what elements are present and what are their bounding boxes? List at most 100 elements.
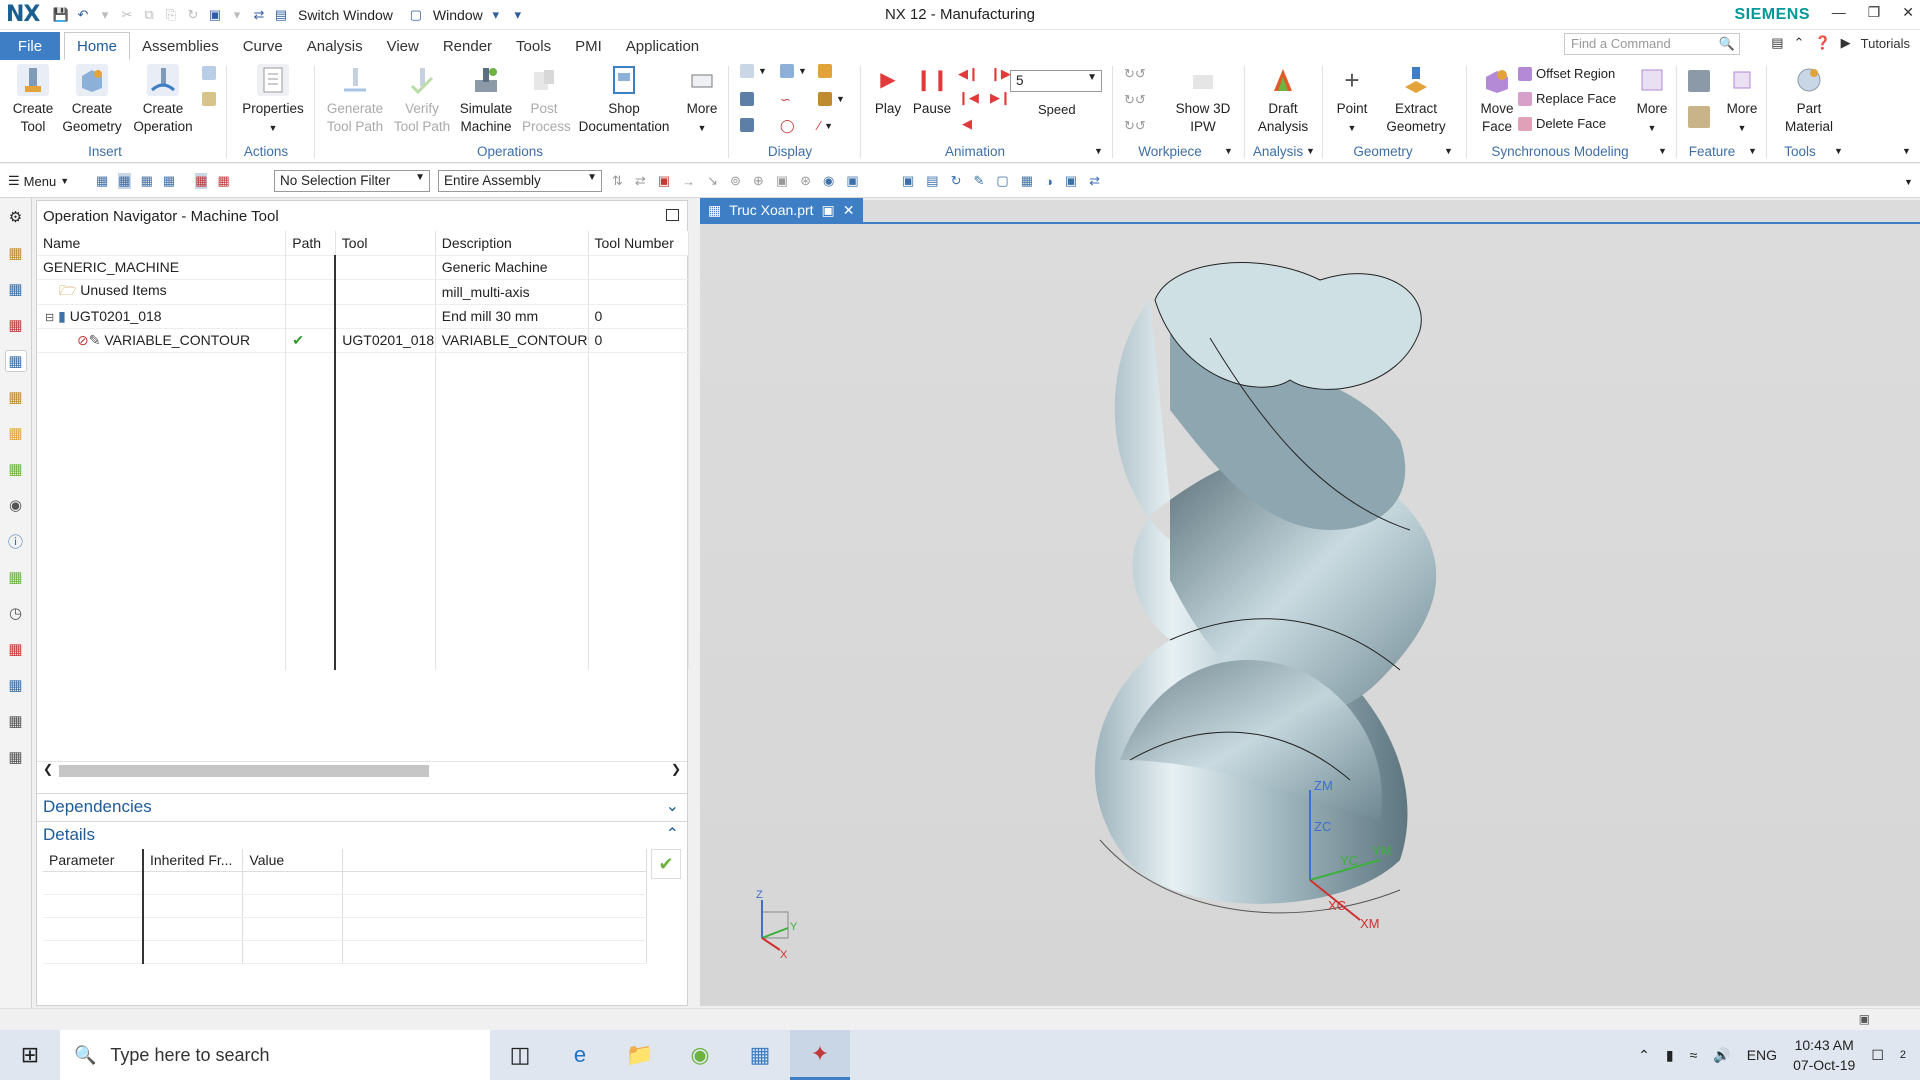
helical-part-model[interactable]: ZM ZC YC YM XC XM Z Y X	[700, 200, 1920, 1006]
display-circle-icon[interactable]: ◯	[780, 118, 795, 134]
task-view-icon[interactable]: ◫	[490, 1030, 550, 1080]
lighting-icon[interactable]: ◑	[1045, 174, 1053, 189]
table-row[interactable]: GENERIC_MACHINE Generic Machine	[37, 254, 689, 279]
pan-icon[interactable]: ✎	[974, 173, 985, 189]
geometry-more-icon[interactable]: ▼	[1444, 146, 1453, 156]
tab-view[interactable]: View	[375, 32, 431, 60]
dependencies-section[interactable]: Dependencies ⌄	[37, 793, 687, 819]
start-button[interactable]: ⊞	[0, 1030, 60, 1080]
show-hide-icon[interactable]: ⇄	[1089, 173, 1100, 189]
roles-icon[interactable]: ▦	[5, 638, 27, 660]
insert-extra-icon-1[interactable]	[202, 66, 216, 80]
operation-navigator-icon[interactable]: ▦	[4, 350, 27, 372]
table-row[interactable]: ⊟ ▮ UGT0201_018 End mill 30 mm 0	[37, 303, 689, 328]
orient-view-icon[interactable]: ▣	[1065, 173, 1077, 189]
undo-icon[interactable]: ↶	[74, 6, 92, 24]
graphics-window[interactable]: ZM ZC YC YM XC XM Z Y X	[700, 200, 1920, 1006]
generate-tool-path-button[interactable]: Generate Tool Path	[320, 64, 390, 136]
notification-icon[interactable]: ☐	[1871, 1047, 1884, 1064]
language-indicator[interactable]: ENG	[1747, 1047, 1777, 1063]
app-icon-2[interactable]: ▦	[730, 1030, 790, 1080]
machine-tool-view-icon[interactable]: ▦	[118, 173, 131, 189]
part-file-tab[interactable]: ▦ Truc Xoan.prt ▣ ✕	[700, 198, 863, 222]
table-row[interactable]: 🗁 Unused Items mill_multi-axis	[37, 278, 689, 304]
snap-icon-8[interactable]: ▣	[776, 173, 788, 189]
feature-icon-1[interactable]	[1688, 70, 1710, 92]
file-tab[interactable]: File	[0, 32, 60, 60]
switch-window-button[interactable]: Switch Window	[298, 7, 393, 23]
feature-icon-2[interactable]	[1688, 106, 1710, 128]
snap-icon-7[interactable]: ⊕	[753, 173, 764, 189]
model-icon[interactable]: ▣	[206, 6, 224, 24]
details-ok-button[interactable]: ✔	[651, 849, 681, 879]
chevron-up-icon[interactable]: ⌃	[1638, 1047, 1650, 1064]
display-tool-icon-2[interactable]: ▼	[780, 64, 807, 78]
toolbar-options-icon[interactable]: ▼	[1904, 177, 1913, 187]
step-back-icon[interactable]: ◀❙	[958, 66, 979, 82]
reverse-icon[interactable]: ◀	[962, 116, 972, 132]
generate-icon[interactable]: ▦	[195, 173, 208, 189]
nx-taskbar-icon[interactable]: ✦	[790, 1030, 850, 1080]
selection-filter-dropdown[interactable]: No Selection Filter ▼	[274, 170, 430, 192]
dropdown-icon[interactable]: ▾	[96, 6, 114, 24]
chevron-down-icon[interactable]: ▾	[487, 6, 505, 24]
snap-icon-10[interactable]: ◉	[823, 173, 834, 189]
offset-region-button[interactable]: Offset Region	[1518, 66, 1615, 81]
more-feature-button[interactable]: More ▼	[1720, 64, 1764, 137]
maximize-icon[interactable]	[666, 209, 679, 221]
part-navigator-icon[interactable]: ▦	[5, 242, 27, 264]
horizontal-scrollbar[interactable]: ❮ ❯	[37, 761, 687, 779]
verify-icon[interactable]: ▦	[217, 173, 229, 189]
minimize-icon[interactable]: —	[1832, 4, 1846, 21]
extract-geometry-button[interactable]: Extract Geometry	[1376, 64, 1456, 136]
display-tool-icon-6[interactable]	[740, 118, 754, 132]
rewind-icon[interactable]: ❙◀	[958, 90, 979, 106]
tutorials-link[interactable]: Tutorials	[1861, 36, 1910, 51]
properties-button[interactable]: Properties ▼	[236, 64, 310, 137]
insert-extra-icon-2[interactable]	[202, 92, 216, 106]
method-view-icon[interactable]: ▦	[163, 173, 175, 189]
column-header-tool[interactable]: Tool	[335, 231, 436, 255]
shop-documentation-button[interactable]: Shop Documentation	[574, 64, 674, 136]
simulate-machine-button[interactable]: Simulate Machine	[454, 64, 518, 136]
tab-analysis[interactable]: Analysis	[295, 32, 375, 60]
workpiece-icon-2[interactable]: ↻↺	[1124, 92, 1146, 108]
customize-qat-icon[interactable]: ▾	[509, 6, 527, 24]
zoom-icon[interactable]: ▤	[926, 173, 938, 189]
snap-icon-5[interactable]: ↘	[707, 173, 718, 189]
workpiece-more-icon[interactable]: ▼	[1224, 146, 1233, 156]
collapse-icon[interactable]: ⊟	[45, 312, 54, 324]
column-header-description[interactable]: Description	[435, 231, 589, 255]
tab-application[interactable]: Application	[614, 32, 711, 60]
wifi-icon[interactable]: ≈	[1690, 1047, 1698, 1063]
verify-tool-path-button[interactable]: Verify Tool Path	[392, 64, 452, 136]
program-order-view-icon[interactable]: ▦	[96, 173, 108, 189]
snap-icon-2[interactable]: ⇄	[635, 173, 646, 189]
snap-icon-3[interactable]: ▣	[658, 173, 670, 189]
workpiece-icon-1[interactable]: ↻↺	[1124, 66, 1146, 82]
history-icon[interactable]: ⓘ	[5, 530, 27, 552]
save-icon[interactable]: 💾	[52, 6, 70, 24]
sync-more-icon[interactable]: ▼	[1658, 146, 1667, 156]
process-studio-icon[interactable]: ▦	[5, 566, 27, 588]
pause-button[interactable]: ❙❙ Pause	[910, 64, 954, 118]
workpiece-icon-3[interactable]: ↻↺	[1124, 118, 1146, 134]
column-header-inherited[interactable]: Inherited Fr...	[141, 849, 244, 872]
point-button[interactable]: + Point ▼	[1330, 64, 1374, 137]
animation-more-icon[interactable]: ▼	[1094, 146, 1103, 156]
play-button[interactable]: ▶ Play	[870, 64, 906, 118]
tab-assemblies[interactable]: Assemblies	[130, 32, 231, 60]
battery-icon[interactable]: ▮	[1666, 1047, 1674, 1064]
tab-curve[interactable]: Curve	[231, 32, 295, 60]
touch-mode-icon[interactable]: ⇄	[250, 6, 268, 24]
analysis-more-icon[interactable]: ▼	[1306, 146, 1315, 156]
tab-home[interactable]: Home	[64, 32, 131, 60]
feature-more-icon[interactable]: ▼	[1748, 146, 1757, 156]
tab-pmi[interactable]: PMI	[563, 32, 614, 60]
web-browser-icon[interactable]: ◉	[5, 494, 27, 516]
search-icon[interactable]: 🔍	[1719, 36, 1735, 52]
move-face-button[interactable]: Move Face	[1472, 64, 1522, 136]
repeat-icon[interactable]: ↻	[184, 6, 202, 24]
restore-icon[interactable]: ❐	[1868, 4, 1881, 21]
tab-tools[interactable]: Tools	[504, 32, 563, 60]
